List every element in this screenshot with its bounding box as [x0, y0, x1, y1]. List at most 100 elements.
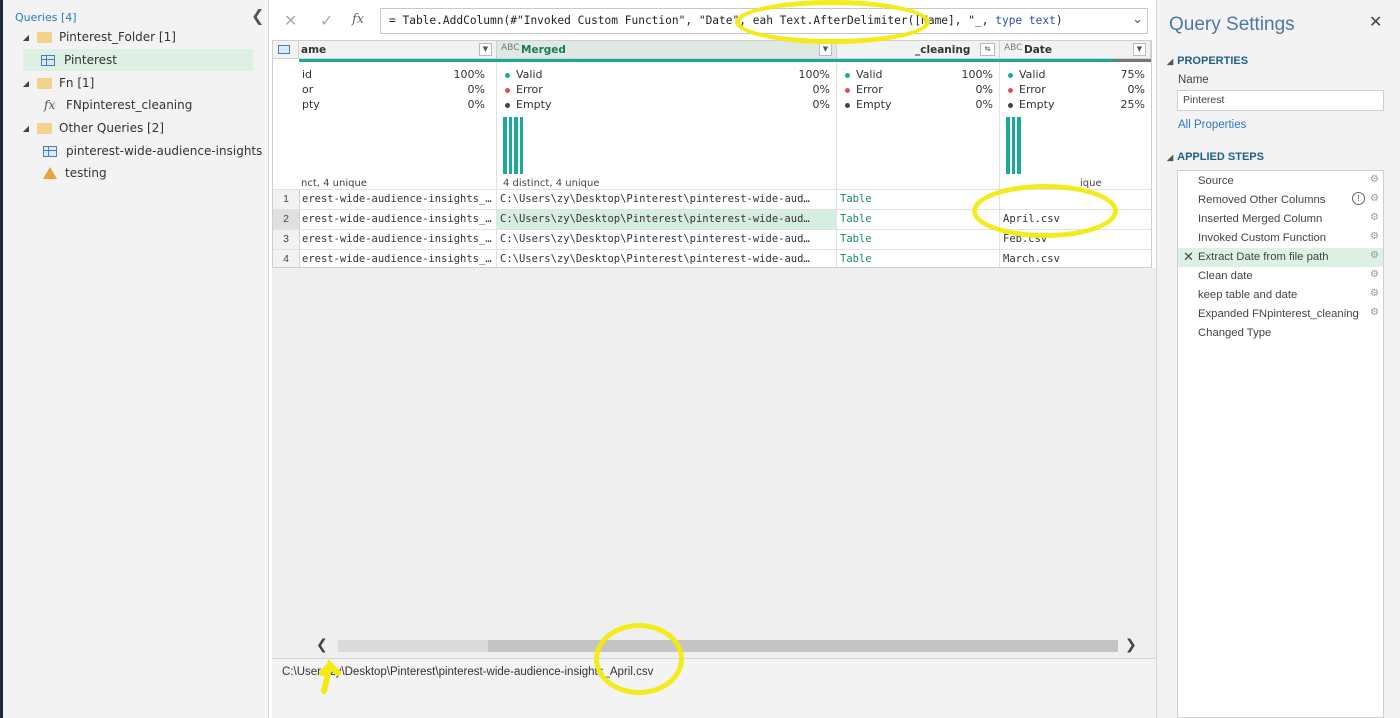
- fx-icon[interactable]: fx: [352, 12, 364, 27]
- column-header-name[interactable]: ame ▼: [299, 41, 497, 59]
- gear-icon: ⚙: [1370, 269, 1379, 280]
- profile-valid: Valid 75%: [1008, 68, 1145, 83]
- commit-formula-icon[interactable]: ✓: [320, 11, 333, 30]
- annotation-arrow-icon: [319, 659, 341, 694]
- column-header-date[interactable]: ABC Date ▼: [1000, 41, 1151, 59]
- query-group-fn[interactable]: ◢ Fn [1]: [3, 72, 265, 94]
- column-profile: Valid 75% Error 0% Empty 25% ique: [1000, 62, 1151, 189]
- query-group-other[interactable]: ◢ Other Queries [2]: [3, 117, 265, 139]
- query-item-label: FNpinterest_cleaning: [66, 98, 193, 112]
- function-icon: fx: [44, 98, 56, 112]
- profile-valid: id 100%: [302, 68, 485, 81]
- gear-icon: ⚙: [1370, 193, 1379, 204]
- warning-icon: [43, 167, 57, 179]
- cell-name[interactable]: erest-wide-audience-insights_…: [299, 250, 497, 267]
- column-profile: Valid 100% Error 0% Empty 0%: [837, 62, 1000, 189]
- step-keep-table-and-date[interactable]: keep table and date ⚙: [1178, 286, 1383, 305]
- cell-date[interactable]: March.csv: [1000, 250, 1151, 267]
- step-inserted-merged-column[interactable]: Inserted Merged Column ⚙: [1178, 210, 1383, 229]
- column-profile: Valid 100% Error 0% Empty 0% 4 distinct, 4 …: [497, 62, 837, 189]
- gear-icon: ⚙: [1370, 231, 1379, 242]
- cancel-formula-icon[interactable]: ✕: [284, 11, 297, 30]
- table-row[interactable]: 4 erest-wide-audience-insights_… C:\User…: [273, 249, 1151, 267]
- step-extract-date[interactable]: ✕ Extract Date from file path ⚙: [1178, 248, 1383, 267]
- cell-value-preview: C:\Users\zy\Desktop\Pinterest\pinterest-…: [272, 658, 1156, 718]
- delete-step-icon[interactable]: ✕: [1183, 249, 1194, 265]
- collapse-pane-icon[interactable]: ❮: [251, 6, 264, 25]
- expand-formula-icon[interactable]: ⌄: [1132, 12, 1143, 27]
- annotation-circle: [972, 184, 1118, 238]
- folder-icon: [37, 77, 52, 89]
- query-item-testing[interactable]: testing: [3, 162, 265, 184]
- close-icon[interactable]: ✕: [1369, 12, 1382, 31]
- query-item-label: testing: [65, 166, 107, 180]
- expand-triangle-icon: ◢: [22, 32, 30, 42]
- profile-error: or 0%: [302, 83, 485, 96]
- column-header-merged[interactable]: ABC Merged ▼: [497, 41, 837, 59]
- profile-distinct: 4 distinct, 4 unique: [503, 178, 600, 189]
- profile-empty: pty 0%: [302, 98, 485, 111]
- text-type-icon[interactable]: ABC: [501, 43, 519, 53]
- query-group-label: Pinterest_Folder [1]: [59, 30, 176, 44]
- step-removed-other-columns[interactable]: Removed Other Columns! ⚙: [1178, 191, 1383, 210]
- profile-error: Error 0%: [505, 83, 830, 98]
- query-settings-pane: Query Settings ✕ ◢ PROPERTIES Name Pinter…: [1156, 0, 1400, 718]
- cell-name[interactable]: erest-wide-audience-insights_…: [299, 190, 497, 209]
- query-item-pinterest[interactable]: Pinterest: [23, 49, 253, 71]
- column-filter-icon[interactable]: ▼: [819, 43, 832, 56]
- query-group-label: Other Queries [2]: [59, 121, 165, 135]
- cell-merged[interactable]: C:\Users\zy\Desktop\Pinterest\pinterest-…: [497, 230, 837, 249]
- query-item-label: Pinterest: [64, 53, 118, 67]
- queries-header: Queries [4]: [15, 11, 77, 24]
- step-source[interactable]: Source ⚙: [1178, 172, 1383, 191]
- name-label: Name: [1178, 74, 1209, 86]
- distribution-bars: [503, 117, 523, 174]
- expand-triangle-icon: ◢: [22, 123, 30, 133]
- folder-icon: [37, 31, 52, 43]
- table-icon: [41, 54, 55, 66]
- step-invoked-custom-function[interactable]: Invoked Custom Function ⚙: [1178, 229, 1383, 248]
- query-name-input[interactable]: Pinterest: [1177, 90, 1384, 111]
- query-group-label: Fn [1]: [59, 76, 95, 90]
- step-changed-type[interactable]: Changed Type: [1178, 324, 1383, 343]
- scroll-right-icon[interactable]: ❯: [1125, 637, 1137, 653]
- cell-merged[interactable]: C:\Users\zy\Desktop\Pinterest\pinterest-…: [497, 190, 837, 209]
- properties-section[interactable]: ◢ PROPERTIES: [1167, 55, 1248, 67]
- cell-merged-selected[interactable]: C:\Users\zy\Desktop\Pinterest\pinterest-…: [497, 210, 837, 229]
- all-properties-link[interactable]: All Properties: [1178, 119, 1246, 131]
- info-icon: !: [1352, 192, 1365, 205]
- distribution-bars: [1006, 117, 1021, 174]
- query-group-pinterest-folder[interactable]: ◢ Pinterest_Folder [1]: [3, 26, 265, 48]
- queries-pane: Queries [4] ❮ ◢ Pinterest_Folder [1] Pin…: [3, 0, 269, 718]
- formula-text: = Table.AddColumn(#"Invoked Custom Funct…: [389, 14, 1063, 27]
- query-item-fnpinterest-cleaning[interactable]: fx FNpinterest_cleaning: [3, 94, 265, 116]
- scrollbar-thumb[interactable]: [488, 640, 1118, 652]
- applied-steps-section[interactable]: ◢ APPLIED STEPS: [1167, 151, 1264, 163]
- folder-icon: [37, 122, 52, 134]
- gear-icon: ⚙: [1370, 307, 1379, 318]
- table-menu-icon[interactable]: [273, 41, 299, 59]
- cell-name[interactable]: erest-wide-audience-insights_…: [299, 230, 497, 249]
- cell-table-link[interactable]: Table: [837, 230, 1000, 249]
- scroll-left-icon[interactable]: ❮: [316, 637, 328, 653]
- expand-column-icon[interactable]: ⇆: [980, 43, 995, 56]
- cell-name[interactable]: erest-wide-audience-insights_…: [299, 210, 497, 229]
- query-item-pinterest-wide[interactable]: pinterest-wide-audience-insights: [3, 140, 265, 162]
- query-item-label: pinterest-wide-audience-insights: [66, 144, 263, 158]
- column-filter-icon[interactable]: ▼: [479, 43, 492, 56]
- profile-error: Error 0%: [1008, 83, 1145, 98]
- step-clean-date[interactable]: Clean date ⚙: [1178, 267, 1383, 286]
- collapse-triangle-icon: ◢: [1167, 153, 1174, 162]
- gear-icon: ⚙: [1370, 288, 1379, 299]
- step-expanded-fnpinterest[interactable]: Expanded FNpinterest_cleaning ⚙: [1178, 305, 1383, 324]
- cell-table-link[interactable]: Table: [837, 250, 1000, 267]
- profile-empty: Empty 0%: [505, 98, 830, 113]
- settings-title: Query Settings: [1169, 14, 1295, 35]
- cell-merged[interactable]: C:\Users\zy\Desktop\Pinterest\pinterest-…: [497, 250, 837, 267]
- column-header-cleaning[interactable]: _cleaning ⇆: [837, 41, 1000, 59]
- column-filter-icon[interactable]: ▼: [1133, 43, 1146, 56]
- profile-empty: Empty 25%: [1008, 98, 1145, 113]
- profile-valid: Valid 100%: [505, 68, 830, 83]
- gear-icon: ⚙: [1370, 250, 1379, 261]
- text-type-icon[interactable]: ABC: [1004, 43, 1022, 53]
